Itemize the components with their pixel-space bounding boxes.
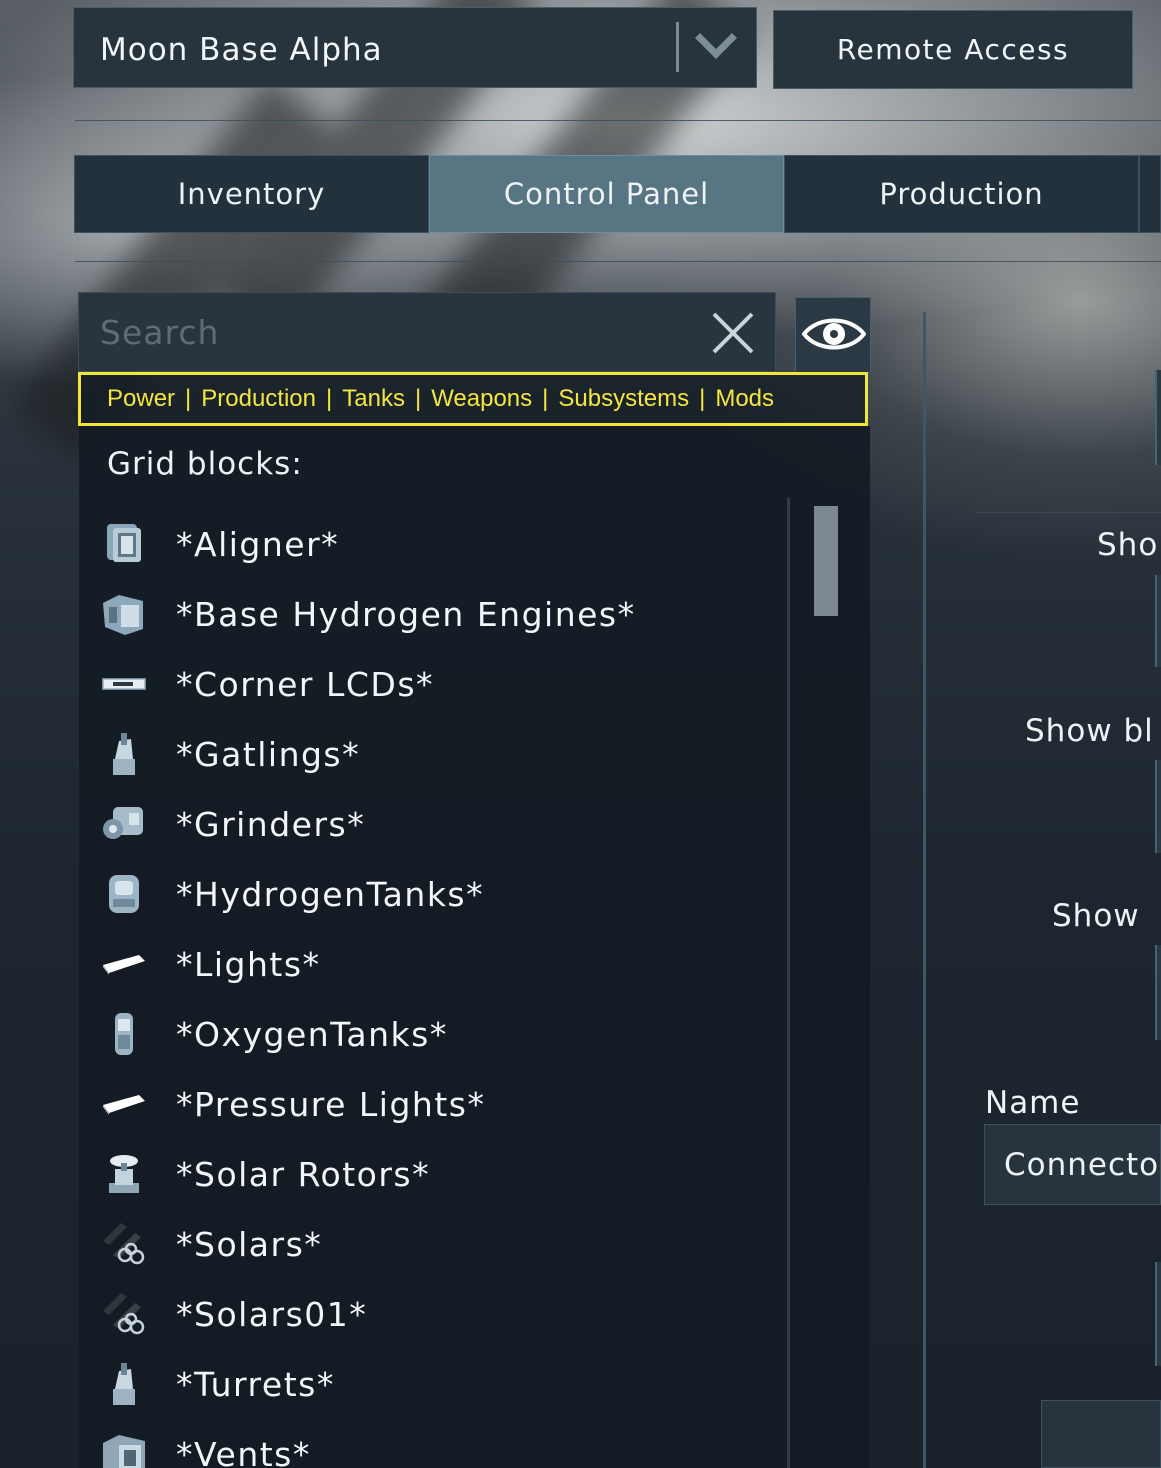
tab-control-panel[interactable]: Control Panel [429, 155, 784, 233]
list-item[interactable]: *Aligner* [99, 516, 779, 572]
block-label: *OxygenTanks* [176, 1014, 448, 1054]
solar-panel-icon [103, 1293, 145, 1335]
list-item[interactable]: *Pressure Lights* [99, 1076, 779, 1132]
filter-production[interactable]: Production [201, 385, 316, 413]
grid-selector[interactable]: Moon Base Alpha [73, 7, 757, 88]
tab-inventory[interactable]: Inventory [74, 155, 429, 233]
list-item[interactable]: *Lights* [99, 936, 779, 992]
list-item[interactable]: *Solars* [99, 1216, 779, 1272]
solar-panel-icon [103, 1223, 145, 1265]
gatling-turret-icon [113, 733, 135, 775]
tab-bar: Inventory Control Panel Production [74, 155, 1161, 233]
list-item[interactable]: *Vents* [99, 1426, 779, 1468]
grinder-icon [103, 807, 143, 839]
toggle-control[interactable] [1155, 760, 1161, 853]
light-panel-icon [103, 1095, 145, 1115]
list-item[interactable]: *Solar Rotors* [99, 1146, 779, 1202]
block-label: *Vents* [176, 1434, 311, 1468]
action-button[interactable] [1041, 1400, 1161, 1468]
scrollbar-track[interactable] [787, 498, 790, 1468]
list-item[interactable]: *Grinders* [99, 796, 779, 852]
filter-tanks[interactable]: Tanks [342, 385, 405, 413]
remote-access-button[interactable]: Remote Access [773, 10, 1133, 89]
block-label: *Gatlings* [176, 734, 361, 774]
block-label: *Lights* [176, 944, 321, 984]
option-label: Show bl [1025, 713, 1154, 749]
block-label: *Solars* [176, 1224, 323, 1264]
hydrogen-tank-icon [109, 875, 139, 913]
chevron-down-icon[interactable] [688, 22, 744, 72]
block-label: *Aligner* [176, 524, 340, 564]
list-header: Grid blocks: [107, 446, 303, 482]
toggle-control[interactable] [1155, 370, 1161, 465]
list-item[interactable]: *Turrets* [99, 1356, 779, 1412]
vent-icon [103, 1435, 145, 1468]
list-item[interactable]: *HydrogenTanks* [99, 866, 779, 922]
filter-weapons[interactable]: Weapons [431, 385, 532, 413]
hydrogen-engine-icon [103, 595, 143, 635]
list-item[interactable]: *Base Hydrogen Engines* [99, 586, 779, 642]
section-divider [977, 512, 1161, 513]
name-value: Connecto [1004, 1147, 1160, 1183]
block-list-panel: Grid blocks: *Aligner* *Base Hydrogen En… [79, 426, 870, 1468]
search-box [78, 292, 776, 372]
block-label: *Pressure Lights* [176, 1084, 486, 1124]
list-item[interactable]: *Gatlings* [99, 726, 779, 782]
list-item[interactable]: *Solars01* [99, 1286, 779, 1342]
block-label: *HydrogenTanks* [176, 874, 485, 914]
tabs-divider [75, 261, 1161, 262]
block-label: *Solars01* [176, 1294, 368, 1334]
close-icon[interactable] [710, 310, 756, 356]
search-input[interactable] [79, 293, 699, 371]
option-label: Show [1052, 898, 1140, 934]
filter-separator: | [185, 385, 192, 412]
grid-name: Moon Base Alpha [100, 32, 383, 68]
filter-separator: | [326, 385, 333, 412]
filter-power[interactable]: Power [107, 385, 175, 413]
cube-block-icon [107, 524, 141, 562]
filter-separator: | [542, 385, 549, 412]
list-item[interactable]: *Corner LCDs* [99, 656, 779, 712]
filter-mods[interactable]: Mods [715, 385, 774, 413]
block-label: *Solar Rotors* [176, 1154, 431, 1194]
tab-next[interactable] [1139, 155, 1161, 233]
option-label: Sho [1097, 527, 1159, 563]
block-label: *Corner LCDs* [176, 664, 435, 704]
tab-production[interactable]: Production [784, 155, 1139, 233]
panel-divider [923, 312, 926, 1468]
filter-bar: Power | Production | Tanks | Weapons | Subsy… [78, 372, 868, 426]
oxygen-tank-icon [115, 1013, 133, 1055]
turret-icon [113, 1363, 135, 1405]
toggle-control[interactable] [1155, 945, 1161, 1040]
eye-icon [802, 318, 866, 350]
filter-subsystems[interactable]: Subsystems [558, 385, 689, 413]
dropdown-separator [676, 22, 679, 72]
name-label: Name [985, 1085, 1081, 1121]
header-divider [75, 120, 1161, 121]
visibility-toggle-button[interactable] [795, 297, 871, 373]
rotor-icon [109, 1155, 139, 1193]
light-panel-icon [103, 955, 145, 975]
filter-separator: | [414, 385, 422, 412]
toggle-control[interactable] [1155, 1262, 1161, 1366]
corner-lcd-icon [102, 678, 146, 690]
block-label: *Turrets* [176, 1364, 335, 1404]
filter-separator: | [699, 385, 706, 412]
block-label: *Grinders* [176, 804, 366, 844]
name-field[interactable]: Connecto [984, 1124, 1161, 1205]
scrollbar-thumb[interactable] [814, 506, 838, 616]
list-item[interactable]: *OxygenTanks* [99, 1006, 779, 1062]
block-label: *Base Hydrogen Engines* [176, 594, 636, 634]
toggle-control[interactable] [1155, 575, 1161, 667]
